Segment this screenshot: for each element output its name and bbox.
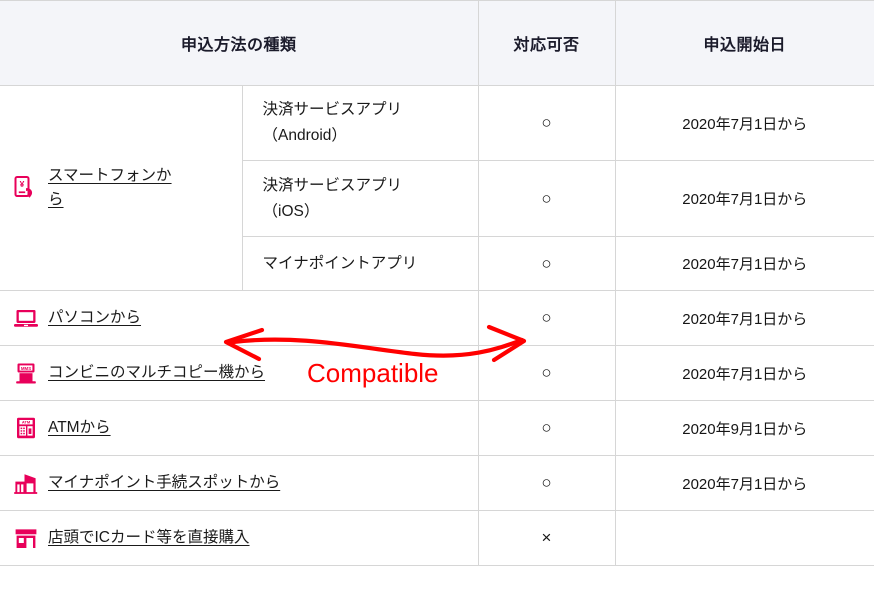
availability-cell: ○ bbox=[477, 160, 616, 237]
start-date-cell: 2020年7月1日から bbox=[614, 455, 874, 511]
method-cell-spot[interactable]: マイナポイント手続スポットから bbox=[0, 455, 479, 511]
table-row: ATM ATMから ○ 2020年9月1日から bbox=[0, 400, 874, 456]
availability-cell: ○ bbox=[477, 85, 616, 161]
availability-cell: ○ bbox=[477, 400, 616, 456]
table-row: 店頭でICカード等を直接購入 × bbox=[0, 510, 874, 566]
method-label[interactable]: コンビニのマルチコピー機から bbox=[48, 361, 265, 385]
storefront-icon bbox=[12, 525, 39, 552]
availability-cell: ○ bbox=[477, 290, 616, 346]
svg-text:¥: ¥ bbox=[19, 179, 24, 189]
application-methods-table: 申込方法の種類 対応可否 申込開始日 ¥ スマートフォンから 決済サービスアプリ… bbox=[0, 0, 874, 566]
submethod-line-2: （Android） bbox=[262, 127, 347, 144]
start-date-cell: 2020年7月1日から bbox=[614, 236, 874, 291]
submethod-cell: 決済サービスアプリ （Android） bbox=[241, 85, 479, 161]
svg-text:ATM: ATM bbox=[21, 420, 30, 425]
availability-cell: ○ bbox=[477, 236, 616, 291]
header-method-type: 申込方法の種類 bbox=[0, 0, 479, 86]
submethod-line-1: 決済サービスアプリ bbox=[262, 101, 403, 119]
header-availability: 対応可否 bbox=[477, 0, 616, 86]
smartphone-payment-icon: ¥ bbox=[12, 175, 39, 202]
table-header: 申込方法の種類 対応可否 申込開始日 bbox=[0, 0, 874, 86]
laptop-icon bbox=[12, 305, 39, 332]
start-date-cell: 2020年9月1日から bbox=[614, 400, 874, 456]
svg-text:MMS: MMS bbox=[20, 366, 30, 371]
method-cell-convenience[interactable]: MMS コンビニのマルチコピー機から bbox=[0, 345, 479, 401]
submethod-cell: 決済サービスアプリ （iOS） bbox=[242, 160, 479, 237]
method-cell-storefront[interactable]: 店頭でICカード等を直接購入 bbox=[0, 510, 479, 566]
availability-cell: ○ bbox=[477, 345, 616, 401]
method-label[interactable]: 店頭でICカード等を直接購入 bbox=[48, 526, 250, 550]
start-date-cell: 2020年7月1日から bbox=[614, 85, 874, 161]
method-label[interactable]: パソコンから bbox=[48, 306, 141, 330]
method-cell-atm[interactable]: ATM ATMから bbox=[0, 400, 479, 456]
header-start-date: 申込開始日 bbox=[614, 0, 874, 86]
submethod-line-1: 決済サービスアプリ bbox=[262, 176, 403, 194]
method-label[interactable]: マイナポイント手続スポットから bbox=[48, 471, 280, 495]
submethod-cell: マイナポイントアプリ bbox=[242, 236, 479, 291]
service-spot-icon bbox=[12, 470, 39, 497]
method-cell-smartphone[interactable]: ¥ スマートフォンから bbox=[0, 85, 243, 291]
table-row: MMS コンビニのマルチコピー機から ○ 2020年7月1日から bbox=[0, 345, 874, 401]
table-row: マイナポイント手続スポットから ○ 2020年7月1日から bbox=[0, 455, 874, 511]
table-page: 申込方法の種類 対応可否 申込開始日 ¥ スマートフォンから 決済サービスアプリ… bbox=[0, 0, 874, 585]
method-label[interactable]: スマートフォンから bbox=[48, 164, 173, 212]
atm-icon: ATM bbox=[12, 415, 39, 442]
availability-cell: × bbox=[477, 510, 616, 566]
submethod-line-2: （iOS） bbox=[262, 202, 320, 220]
method-label[interactable]: ATMから bbox=[48, 416, 111, 440]
start-date-cell: 2020年7月1日から bbox=[614, 160, 874, 237]
multicopy-machine-icon: MMS bbox=[12, 360, 39, 387]
start-date-cell bbox=[614, 510, 874, 566]
start-date-cell: 2020年7月1日から bbox=[614, 290, 874, 346]
table-row: パソコンから ○ 2020年7月1日から bbox=[0, 290, 874, 346]
header-row: 申込方法の種類 対応可否 申込開始日 bbox=[0, 0, 874, 86]
method-cell-pc[interactable]: パソコンから bbox=[0, 290, 479, 346]
table-body: ¥ スマートフォンから 決済サービスアプリ （Android） ○ 2020年7… bbox=[0, 85, 874, 566]
table-row: ¥ スマートフォンから 決済サービスアプリ （Android） ○ 2020年7… bbox=[0, 85, 874, 291]
availability-cell: ○ bbox=[477, 455, 616, 511]
start-date-cell: 2020年7月1日から bbox=[614, 345, 874, 401]
